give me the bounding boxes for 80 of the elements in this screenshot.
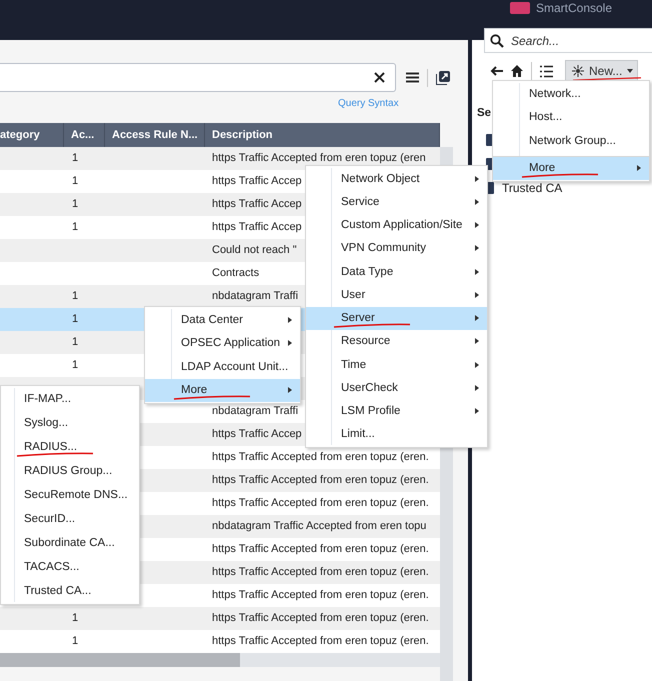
caret-icon bbox=[627, 69, 634, 73]
table-row[interactable]: 1 https Traffic Accepted from eren topuz (eren bbox=[0, 147, 440, 170]
table-cell-text: https Traffic Accep bbox=[212, 197, 302, 212]
submenu-arrow-icon bbox=[475, 292, 479, 298]
table-cell-text: https Traffic Accepted from eren topuz (eren. bbox=[212, 473, 429, 488]
table-cell-text: 1 bbox=[72, 611, 78, 626]
search-field[interactable]: Search... bbox=[484, 28, 652, 53]
tree-item[interactable]: Trusted CA bbox=[502, 181, 562, 195]
menu-item[interactable]: Data Center bbox=[145, 308, 300, 332]
submenu-arrow-icon bbox=[475, 245, 479, 252]
query-field[interactable] bbox=[0, 63, 396, 92]
submenu-arrow-icon bbox=[475, 176, 479, 182]
submenu-arrow-icon bbox=[288, 316, 292, 323]
table-cell-text: https Traffic Accep bbox=[212, 174, 302, 189]
sun-icon bbox=[572, 65, 584, 77]
table-cell-text: 1 bbox=[72, 289, 78, 304]
horizontal-scrollbar[interactable] bbox=[0, 653, 440, 667]
table-cell-text: https Traffic Accepted from eren topuz (eren. bbox=[212, 496, 429, 511]
submenu-arrow-icon bbox=[475, 362, 479, 368]
menu-item[interactable]: More bbox=[493, 156, 649, 180]
table-cell-text: nbdatagram Traffi bbox=[212, 289, 298, 304]
menu-icon[interactable] bbox=[406, 72, 419, 83]
table-cell-text: 1 bbox=[72, 335, 78, 350]
menu-item[interactable]: LSM Profile bbox=[306, 400, 487, 423]
menu-item[interactable]: Network... bbox=[493, 82, 649, 106]
menu-item[interactable]: Network Group... bbox=[493, 129, 649, 152]
search-icon bbox=[490, 34, 504, 48]
table-cell-text: https Traffic Accepted from eren topuz (eren. bbox=[212, 588, 429, 603]
menu-item[interactable]: LDAP Account Unit... bbox=[145, 355, 300, 378]
menu-item[interactable]: Time bbox=[306, 353, 487, 376]
submenu-arrow-icon bbox=[637, 165, 641, 172]
table-cell-text: 1 bbox=[72, 174, 78, 189]
table-cell-text: Contracts bbox=[212, 266, 260, 281]
table-cell-text: https Traffic Accepted from eren topuz (eren. bbox=[212, 542, 429, 557]
clear-icon[interactable] bbox=[374, 72, 385, 83]
table-row[interactable]: 1 https Traffic Accepted from eren topuz (eren. bbox=[0, 607, 440, 630]
table-cell-text: 1 bbox=[72, 220, 78, 235]
menu-item[interactable]: Resource bbox=[306, 330, 487, 353]
submenu-arrow-icon bbox=[288, 340, 292, 346]
submenu-arrow-icon bbox=[475, 408, 479, 414]
table-cell-text: 1 bbox=[72, 634, 78, 649]
menu-item[interactable]: Host... bbox=[493, 106, 649, 129]
section-label: Se bbox=[477, 107, 492, 119]
table-cell-text: https Traffic Accep bbox=[212, 220, 302, 235]
popout-icon[interactable] bbox=[436, 70, 450, 84]
table-cell-text: https Traffic Accep bbox=[212, 427, 302, 442]
table-cell-text: 1 bbox=[72, 312, 78, 327]
menu-item[interactable]: More bbox=[145, 378, 300, 402]
app-title: SmartConsole bbox=[536, 2, 612, 14]
list-icon[interactable] bbox=[540, 64, 553, 78]
submenu-arrow-icon bbox=[475, 338, 479, 344]
menu-item[interactable]: OPSEC Application bbox=[145, 332, 300, 355]
submenu-arrow-icon bbox=[475, 222, 479, 228]
home-icon[interactable] bbox=[511, 65, 523, 77]
table-cell-text: Could not reach " bbox=[212, 243, 297, 258]
submenu-arrow-icon bbox=[475, 315, 479, 322]
submenu-arrow-icon bbox=[475, 384, 479, 391]
table-cell-text: https Traffic Accepted from eren topuz (eren bbox=[212, 151, 426, 166]
submenu-arrow-icon bbox=[288, 387, 292, 394]
table-cell-text: 1 bbox=[72, 358, 78, 373]
table-cell-text: nbdatagram Traffic Accepted from eren topu bbox=[212, 519, 426, 534]
table-cell-text: nbdatagram Traffi bbox=[212, 404, 298, 419]
app-logo-icon bbox=[510, 2, 530, 14]
table-row[interactable]: 1 https Traffic Accepted from eren topuz (eren. bbox=[0, 630, 440, 653]
underline-mark bbox=[572, 77, 642, 81]
table-cell-text: https Traffic Accepted from eren topuz (eren. bbox=[212, 450, 429, 465]
new-button[interactable]: New... bbox=[565, 60, 638, 82]
menu-item[interactable]: IF-MAP... bbox=[1, 387, 139, 411]
table-cell-text: https Traffic Accepted from eren topuz (eren. bbox=[212, 634, 429, 649]
menu-item[interactable]: UserCheck bbox=[306, 376, 487, 400]
submenu-arrow-icon bbox=[475, 198, 479, 205]
table-cell-text: 1 bbox=[72, 151, 78, 166]
menu-item[interactable]: Syslog... bbox=[1, 411, 139, 435]
back-icon[interactable] bbox=[490, 66, 503, 76]
menu-item[interactable]: Limit... bbox=[306, 422, 487, 446]
table-cell-text: https Traffic Accepted from eren topuz (eren. bbox=[212, 611, 429, 626]
menu-item[interactable]: Server bbox=[306, 306, 487, 330]
table-cell-text: 1 bbox=[72, 197, 78, 212]
table-cell-text: https Traffic Accepted from eren topuz (eren. bbox=[212, 565, 429, 580]
submenu-arrow-icon bbox=[475, 268, 479, 275]
